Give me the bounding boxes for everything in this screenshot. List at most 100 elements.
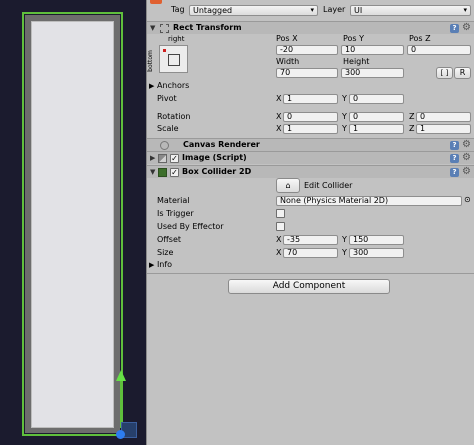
width-field[interactable]: 70 <box>276 68 338 78</box>
layer-dropdown[interactable]: UI ▾ <box>350 5 471 16</box>
help-icon[interactable]: ? <box>450 24 459 33</box>
pos-z-field[interactable]: 0 <box>407 45 471 55</box>
object-picker-icon[interactable]: ⊙ <box>464 195 471 204</box>
blueprint-mode-button[interactable]: [ ] <box>436 67 453 79</box>
scene-view[interactable] <box>0 0 147 445</box>
edit-collider-icon: ⌂ <box>285 181 291 190</box>
scale-z-field[interactable]: 1 <box>416 124 471 134</box>
tag-value: Untagged <box>193 6 233 15</box>
rect-transform-title: Rect Transform <box>173 23 242 32</box>
rect-transform-header[interactable]: ▼ Rect Transform ? ⚙ <box>147 21 474 34</box>
layer-value: UI <box>354 6 363 15</box>
size-y-axis-label: Y <box>342 248 347 257</box>
rotation-y-field[interactable]: 0 <box>349 112 404 122</box>
tag-label: Tag <box>171 5 185 14</box>
rotation-y-axis-label: Y <box>342 112 347 121</box>
pivot-y-field[interactable]: 0 <box>349 94 404 104</box>
canvas-renderer-title: Canvas Renderer <box>183 140 260 149</box>
help-icon[interactable]: ? <box>450 154 459 163</box>
rotation-z-axis-label: Z <box>409 112 415 121</box>
offset-x-axis-label: X <box>276 235 282 244</box>
foldout-expanded-icon[interactable]: ▼ <box>150 23 155 33</box>
layer-label: Layer <box>323 5 346 14</box>
move-gizmo-arrow-icon[interactable] <box>116 370 126 381</box>
pos-x-field[interactable]: -20 <box>276 45 338 55</box>
gear-icon[interactable]: ⚙ <box>462 153 471 163</box>
scale-x-axis-label: X <box>276 124 282 133</box>
edit-collider-label: Edit Collider <box>304 181 353 190</box>
foldout-collapsed-icon: ▶ <box>149 261 155 269</box>
offset-x-field[interactable]: -35 <box>283 235 338 245</box>
rect-transform-icon <box>160 24 169 33</box>
anchor-preset-side-label: bottom <box>146 50 154 72</box>
foldout-collapsed-icon: ▶ <box>149 82 155 90</box>
info-label: Info <box>156 260 173 269</box>
help-icon[interactable]: ? <box>450 141 459 150</box>
chevron-down-icon: ▾ <box>310 6 314 14</box>
pos-x-header: Pos X <box>276 34 298 43</box>
height-header: Height <box>343 57 370 66</box>
box-collider-icon <box>158 168 167 177</box>
help-icon[interactable]: ? <box>450 168 459 177</box>
gear-icon[interactable]: ⚙ <box>462 23 471 33</box>
anchors-foldout[interactable]: ▶ Anchors <box>149 81 189 91</box>
size-x-field[interactable]: 70 <box>283 248 338 258</box>
foldout-expanded-icon[interactable]: ▼ <box>150 167 155 177</box>
scale-x-field[interactable]: 1 <box>283 124 338 134</box>
rotation-z-field[interactable]: 0 <box>416 112 471 122</box>
tag-dropdown[interactable]: Untagged ▾ <box>189 5 318 16</box>
height-field[interactable]: 300 <box>341 68 404 78</box>
box-collider-outline <box>22 12 123 436</box>
anchor-presets-button[interactable] <box>159 45 188 73</box>
box-collider-enabled-checkbox[interactable]: ✓ <box>170 168 179 177</box>
pivot-x-axis-label: X <box>276 94 282 103</box>
add-component-button[interactable]: Add Component <box>228 279 390 294</box>
gameobject-icon <box>150 0 162 4</box>
image-script-title: Image (Script) <box>182 153 247 162</box>
pivot-label: Pivot <box>157 94 177 103</box>
gear-icon[interactable]: ⚙ <box>462 140 471 150</box>
image-component-icon <box>158 154 167 163</box>
is-trigger-checkbox[interactable] <box>276 209 285 218</box>
offset-label: Offset <box>157 235 182 244</box>
edit-collider-button[interactable]: ⌂ <box>276 178 300 193</box>
anchors-label: Anchors <box>156 81 190 90</box>
size-y-field[interactable]: 300 <box>349 248 404 258</box>
offset-y-field[interactable]: 150 <box>349 235 404 245</box>
raw-edit-button[interactable]: R <box>454 67 471 79</box>
used-by-effector-label: Used By Effector <box>157 222 224 231</box>
anchor-marker-icon <box>163 49 166 52</box>
anchor-frame-icon <box>168 54 180 66</box>
used-by-effector-checkbox[interactable] <box>276 222 285 231</box>
pos-z-header: Pos Z <box>409 34 431 43</box>
material-label: Material <box>157 196 190 205</box>
info-foldout[interactable]: ▶ Info <box>149 260 172 270</box>
size-x-axis-label: X <box>276 248 282 257</box>
scale-z-axis-label: Z <box>409 124 415 133</box>
rotation-x-field[interactable]: 0 <box>283 112 338 122</box>
rotation-label: Rotation <box>157 112 191 121</box>
box-collider-header[interactable]: ▼ ✓ Box Collider 2D ? ⚙ <box>147 165 474 178</box>
move-gizmo-y-axis[interactable] <box>120 380 122 428</box>
material-field[interactable]: None (Physics Material 2D) <box>276 196 462 206</box>
rotation-x-axis-label: X <box>276 112 282 121</box>
gear-icon[interactable]: ⚙ <box>462 167 471 177</box>
scale-label: Scale <box>157 124 179 133</box>
pos-y-field[interactable]: 10 <box>341 45 404 55</box>
pivot-y-axis-label: Y <box>342 94 347 103</box>
canvas-renderer-header[interactable]: Canvas Renderer ? ⚙ <box>147 138 474 151</box>
inspector-panel: Tag Untagged ▾ Layer UI ▾ ▼ Rect Transfo… <box>147 0 474 445</box>
add-component-label: Add Component <box>272 281 346 291</box>
pivot-x-field[interactable]: 1 <box>283 94 338 104</box>
foldout-collapsed-icon[interactable]: ▶ <box>150 153 155 163</box>
scale-y-axis-label: Y <box>342 124 347 133</box>
section-divider <box>147 273 474 274</box>
is-trigger-label: Is Trigger <box>157 209 194 218</box>
blueprint-icon: [ ] <box>440 69 449 77</box>
chevron-down-icon: ▾ <box>463 6 467 14</box>
anchor-preset-top-label: right <box>168 35 185 43</box>
image-script-header[interactable]: ▶ ✓ Image (Script) ? ⚙ <box>147 151 474 164</box>
image-enabled-checkbox[interactable]: ✓ <box>170 154 179 163</box>
pivot-point-icon[interactable] <box>116 430 125 439</box>
scale-y-field[interactable]: 1 <box>349 124 404 134</box>
